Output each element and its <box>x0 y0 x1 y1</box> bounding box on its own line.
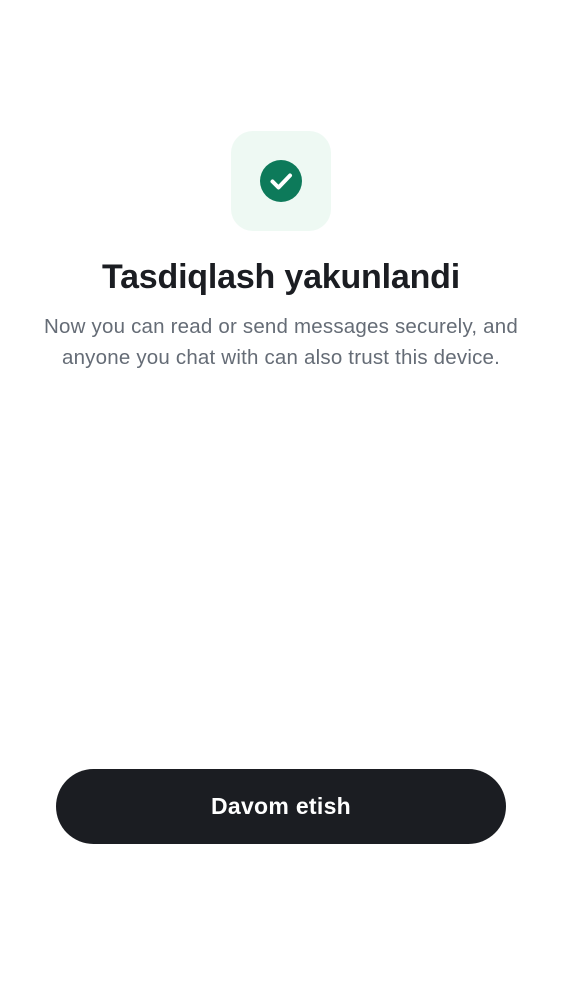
page-title: Tasdiqlash yakunlandi <box>102 258 460 296</box>
check-circle-icon <box>260 160 302 202</box>
continue-button[interactable]: Davom etish <box>56 769 506 844</box>
success-icon-tile <box>231 131 331 231</box>
verification-complete-screen: Tasdiqlash yakunlandi Now you can read o… <box>0 0 562 1000</box>
verification-description: Now you can read or send messages secure… <box>44 315 518 369</box>
